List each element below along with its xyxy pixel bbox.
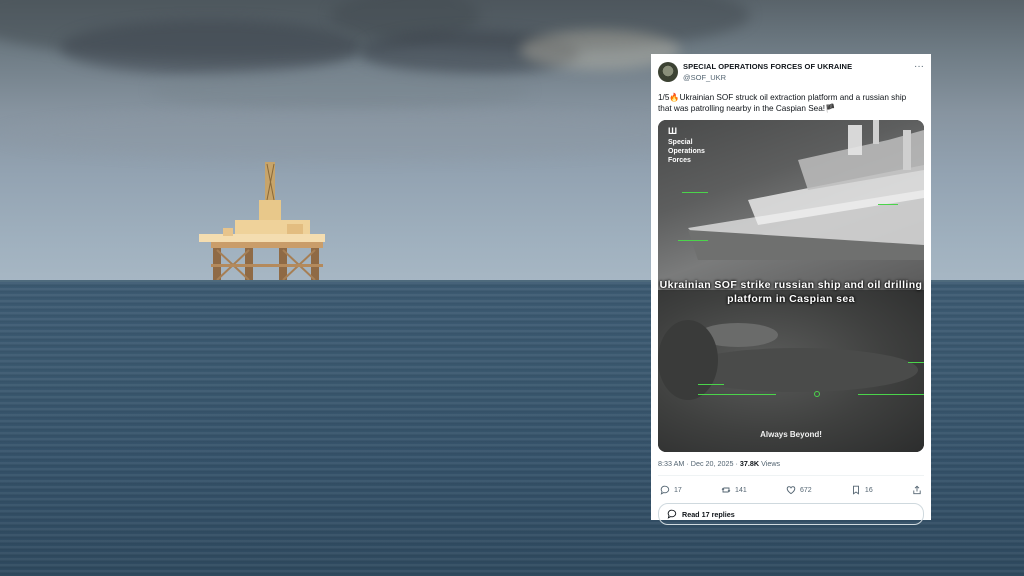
cloud — [0, 110, 700, 160]
heart-icon — [786, 486, 796, 495]
platform-thermal — [658, 320, 918, 400]
tweet-card[interactable]: SPECIAL OPERATIONS FORCES OF UKRAINE @SO… — [651, 54, 931, 525]
repost-count: 141 — [735, 486, 747, 494]
avatar[interactable] — [658, 62, 678, 82]
timestamp[interactable]: 8:33 AM · Dec 20, 2025 · — [658, 459, 740, 468]
reply-icon — [667, 509, 677, 519]
like-count: 672 — [799, 486, 812, 494]
share-button[interactable] — [912, 485, 922, 495]
display-name[interactable]: SPECIAL OPERATIONS FORCES OF UKRAINE — [683, 62, 852, 71]
media-ship-frame: Ш Special Operations Forces — [658, 120, 924, 290]
reply-count: 17 — [674, 486, 682, 494]
read-replies-button[interactable]: Read 17 replies — [658, 503, 924, 525]
like-button[interactable]: 672 — [786, 485, 812, 495]
cloud — [150, 70, 530, 110]
crosshair-icon — [814, 391, 820, 397]
hud-line — [678, 240, 708, 241]
reply-icon — [660, 485, 670, 495]
bookmark-icon — [852, 485, 859, 495]
action-bar: 17 141 672 16 — [658, 482, 924, 498]
more-icon[interactable]: ··· — [914, 62, 924, 72]
tweet-meta: 8:33 AM · Dec 20, 2025 · 37.8K Views — [658, 459, 924, 468]
tweet-text: 1/5🔥Ukrainian SOF struck oil extraction … — [658, 93, 907, 113]
handle[interactable]: @SOF_UKR — [683, 73, 852, 82]
views-count[interactable]: 37.8K — [740, 459, 759, 468]
sof-logo: Ш — [668, 126, 678, 136]
read-replies-label: Read 17 replies — [682, 509, 735, 519]
bookmark-count: 16 — [864, 486, 873, 494]
media-motto: Always Beyond! — [760, 430, 822, 439]
bookmark-button[interactable]: 16 — [851, 485, 873, 495]
media-platform-frame — [658, 290, 924, 452]
repost-icon — [721, 487, 731, 493]
hud-line — [698, 394, 776, 395]
media-caption: Ukrainian SOF strike russian ship and oi… — [659, 279, 923, 305]
hud-line — [908, 362, 924, 363]
sof-label: Special Operations Forces — [668, 139, 705, 164]
repost-button[interactable]: 141 — [721, 485, 747, 495]
reply-button[interactable]: 17 — [660, 485, 682, 495]
tweet-header: SPECIAL OPERATIONS FORCES OF UKRAINE @SO… — [658, 60, 924, 88]
hud-line — [682, 192, 708, 193]
divider — [658, 475, 924, 476]
author-names: SPECIAL OPERATIONS FORCES OF UKRAINE @SO… — [683, 62, 852, 82]
hud-line — [858, 394, 924, 395]
share-icon — [913, 485, 921, 495]
views-label: Views — [759, 459, 781, 468]
oil-platform — [199, 162, 325, 282]
cloud — [60, 20, 360, 75]
tweet-media[interactable]: Ш Special Operations Forces Ukrainian SO… — [658, 120, 924, 452]
hud-line — [878, 204, 898, 205]
hud-line — [698, 384, 724, 385]
